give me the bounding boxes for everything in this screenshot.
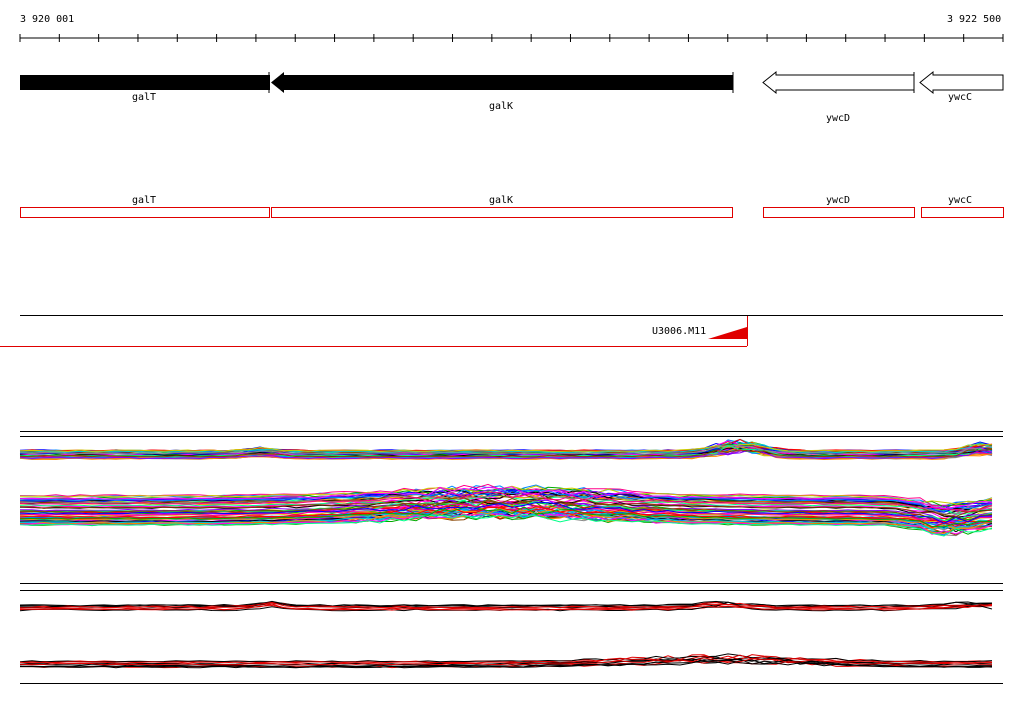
cds-label-galK: galK <box>489 195 514 206</box>
cds-box-galK[interactable] <box>271 207 733 218</box>
profile-lines-c <box>19 600 993 612</box>
expression-profile-line <box>19 438 993 452</box>
gene-label-ywcC[interactable]: ywcC <box>948 93 972 103</box>
cds-box-ywcD[interactable] <box>763 207 915 218</box>
gene-arrow-ywcD[interactable] <box>762 70 915 95</box>
cds-label-galT: galT <box>132 195 157 206</box>
ruler-start-label: 3 920 001 <box>20 14 75 25</box>
probe-marker[interactable] <box>708 327 747 339</box>
gene-label-galK[interactable]: galK <box>489 102 513 112</box>
cds-box-galT[interactable] <box>20 207 270 218</box>
probe-label[interactable]: U3006.M11 <box>652 327 706 337</box>
cds-label-ywcC: ywcC <box>948 195 973 206</box>
profile-lines-b <box>19 483 993 537</box>
cds-box-ywcC[interactable] <box>921 207 1004 218</box>
gene-arrow-galK[interactable] <box>271 72 734 93</box>
gene-track <box>20 70 1004 95</box>
gene-label-galT[interactable]: galT <box>132 93 156 103</box>
expression-profiles-lower <box>19 583 1003 684</box>
expression-profile-line <box>19 438 993 452</box>
probe-track <box>0 315 1003 347</box>
cds-track <box>20 207 1004 218</box>
cds-label-ywcD: ywcD <box>826 195 851 206</box>
ruler-end-label: 3 922 500 <box>947 14 1002 25</box>
expression-profile-line <box>19 600 993 607</box>
profile-lines-d <box>19 653 993 669</box>
gene-arrow-ywcC[interactable] <box>919 70 1004 95</box>
profile-lines-a <box>19 438 993 461</box>
expression-profiles-upper <box>19 431 1003 537</box>
coordinate-ruler <box>19 34 1004 42</box>
gene-label-ywcD[interactable]: ywcD <box>826 114 850 124</box>
gene-arrow-galT[interactable] <box>20 72 270 93</box>
